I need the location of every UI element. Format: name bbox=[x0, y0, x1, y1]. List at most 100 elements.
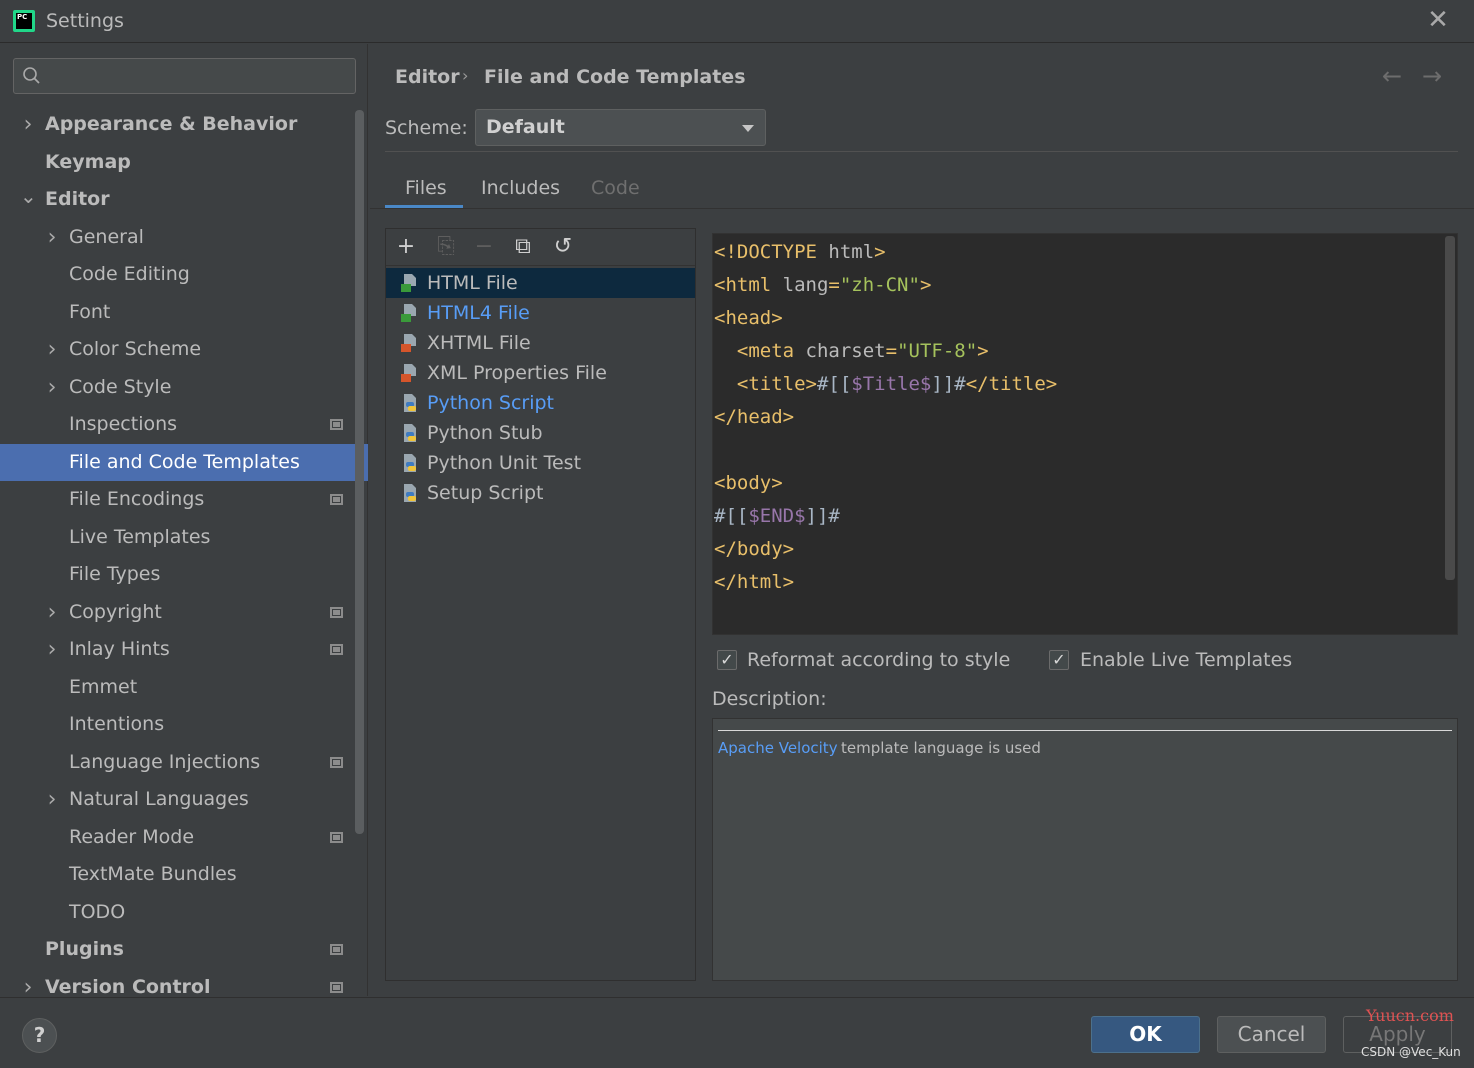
tab-code[interactable]: Code bbox=[591, 177, 640, 199]
sidebar-item-label: Inlay Hints bbox=[69, 638, 170, 660]
sidebar-item-label: File Types bbox=[69, 563, 161, 585]
breadcrumb-section[interactable]: Editor bbox=[395, 66, 460, 88]
reformat-checkbox[interactable]: ✓ bbox=[717, 650, 737, 670]
live-templates-checkbox[interactable]: ✓ bbox=[1049, 650, 1069, 670]
project-level-icon bbox=[330, 831, 343, 843]
search-input[interactable] bbox=[13, 58, 356, 94]
template-code-editor[interactable]: <!DOCTYPE html> <html lang="zh-CN"> <head>… bbox=[712, 233, 1458, 635]
code-token: ]]# bbox=[931, 373, 966, 395]
sidebar-item-file-encodings[interactable]: File Encodings bbox=[0, 481, 368, 518]
sidebar-item-reader-mode[interactable]: Reader Mode bbox=[0, 819, 368, 856]
template-list-panel: + ⎘ − ⧉ ↺ HTML File HTML4 File XHTML File X… bbox=[385, 228, 696, 981]
scheme-dropdown[interactable]: Default bbox=[475, 109, 766, 146]
chevron-right-icon[interactable]: › bbox=[44, 781, 60, 818]
sidebar-item-label: Intentions bbox=[69, 713, 165, 735]
sidebar-item-label: Natural Languages bbox=[69, 788, 249, 810]
template-list-item[interactable]: Python Unit Test bbox=[386, 448, 695, 478]
sidebar-item-todo[interactable]: TODO bbox=[0, 894, 368, 931]
scheme-label: Scheme: bbox=[385, 117, 468, 139]
code-line: <!DOCTYPE html> bbox=[714, 236, 886, 269]
remove-template-icon[interactable]: − bbox=[472, 235, 496, 259]
xhtml-file-icon bbox=[401, 334, 416, 352]
chevron-right-icon[interactable]: › bbox=[44, 594, 60, 631]
code-token: #[[ bbox=[816, 373, 852, 395]
code-token: lang bbox=[782, 274, 829, 296]
code-token: <html bbox=[714, 274, 783, 296]
sidebar-item-emmet[interactable]: Emmet bbox=[0, 669, 368, 706]
ok-button[interactable]: OK bbox=[1091, 1016, 1200, 1053]
project-level-icon bbox=[330, 419, 343, 430]
sidebar-item-plugins[interactable]: Plugins bbox=[0, 931, 368, 968]
sidebar-item-inlay-hints[interactable]: › Inlay Hints bbox=[0, 631, 368, 668]
back-arrow-icon[interactable]: ← bbox=[1382, 62, 1402, 90]
template-list-item[interactable]: XHTML File bbox=[386, 328, 695, 358]
scheme-value: Default bbox=[486, 116, 565, 138]
template-list-item[interactable]: HTML File bbox=[386, 268, 695, 298]
add-template-icon[interactable]: + bbox=[394, 235, 418, 259]
reformat-label[interactable]: Reformat according to style bbox=[747, 649, 1010, 671]
close-icon[interactable]: ✕ bbox=[1426, 7, 1450, 33]
chevron-down-icon[interactable]: ⌄ bbox=[20, 181, 37, 218]
sidebar-item-code-editing[interactable]: Code Editing bbox=[0, 256, 368, 293]
template-list-item[interactable]: Python Stub bbox=[386, 418, 695, 448]
apache-velocity-link[interactable]: Apache Velocity bbox=[718, 739, 838, 757]
code-token: </body> bbox=[714, 538, 795, 560]
sidebar-item-keymap[interactable]: Keymap bbox=[0, 144, 368, 181]
editor-scrollbar[interactable] bbox=[1445, 236, 1455, 580]
code-token: $END$ bbox=[748, 505, 806, 527]
description-rule bbox=[718, 730, 1452, 731]
template-list-item[interactable]: XML Properties File bbox=[386, 358, 695, 388]
sidebar-item-natural-languages[interactable]: › Natural Languages bbox=[0, 781, 368, 818]
search-icon bbox=[23, 67, 40, 84]
sidebar-item-live-templates[interactable]: Live Templates bbox=[0, 519, 368, 556]
cancel-button[interactable]: Cancel bbox=[1217, 1016, 1326, 1053]
html-file-icon bbox=[401, 304, 416, 322]
live-templates-label[interactable]: Enable Live Templates bbox=[1080, 649, 1292, 671]
template-name: HTML4 File bbox=[427, 302, 530, 324]
sidebar-item-file-and-code-templates[interactable]: File and Code Templates bbox=[0, 443, 368, 481]
tab-includes[interactable]: Includes bbox=[481, 177, 560, 199]
sidebar-item-label: Reader Mode bbox=[69, 825, 195, 848]
project-level-icon bbox=[330, 494, 343, 505]
divider bbox=[385, 151, 1458, 152]
help-button[interactable]: ? bbox=[22, 1018, 57, 1053]
html-file-icon bbox=[401, 274, 416, 292]
template-name: Python Unit Test bbox=[427, 452, 582, 474]
template-list-item[interactable]: Python Script bbox=[386, 388, 695, 418]
sidebar-item-editor[interactable]: ⌄ Editor bbox=[0, 181, 368, 218]
code-token: html bbox=[828, 241, 875, 263]
reset-template-icon[interactable]: ↺ bbox=[551, 235, 575, 259]
chevron-right-icon[interactable]: › bbox=[44, 331, 60, 368]
sidebar-item-code-style[interactable]: › Code Style bbox=[0, 369, 368, 406]
code-token: ]]# bbox=[805, 505, 840, 527]
sidebar-item-general[interactable]: › General bbox=[0, 219, 368, 256]
sidebar-item-inspections[interactable]: Inspections bbox=[0, 406, 368, 443]
sidebar-item-intentions[interactable]: Intentions bbox=[0, 706, 368, 743]
python-file-icon bbox=[404, 424, 416, 442]
chevron-right-icon[interactable]: › bbox=[20, 106, 36, 143]
template-list-item[interactable]: HTML4 File bbox=[386, 298, 695, 328]
copy-template-icon[interactable]: ⧉ bbox=[511, 235, 535, 259]
project-level-icon bbox=[330, 606, 343, 618]
code-line: <head> bbox=[714, 302, 783, 335]
sidebar-item-file-types[interactable]: File Types bbox=[0, 556, 368, 593]
sidebar-item-label: Copyright bbox=[69, 600, 162, 623]
description-box: Apache Velocity template language is use… bbox=[712, 718, 1458, 981]
sidebar-item-language-injections[interactable]: Language Injections bbox=[0, 744, 368, 781]
template-list-item[interactable]: Setup Script bbox=[386, 478, 695, 508]
tab-files[interactable]: Files bbox=[405, 177, 447, 199]
code-line: </body> bbox=[714, 533, 794, 566]
sidebar-item-font[interactable]: Font bbox=[0, 294, 368, 331]
project-level-icon bbox=[330, 644, 343, 655]
sidebar-scrollbar[interactable] bbox=[355, 110, 364, 834]
chevron-right-icon[interactable]: › bbox=[44, 369, 60, 406]
chevron-right-icon[interactable]: › bbox=[44, 219, 60, 256]
sidebar-item-appearance-behavior[interactable]: › Appearance & Behavior bbox=[0, 106, 368, 143]
sidebar-item-color-scheme[interactable]: › Color Scheme bbox=[0, 331, 368, 368]
add-child-template-icon[interactable]: ⎘ bbox=[434, 235, 458, 259]
chevron-right-icon[interactable]: › bbox=[44, 631, 60, 668]
sidebar-item-textmate-bundles[interactable]: TextMate Bundles bbox=[0, 856, 368, 893]
sidebar-item-copyright[interactable]: › Copyright bbox=[0, 594, 368, 631]
forward-arrow-icon[interactable]: → bbox=[1422, 62, 1442, 90]
code-token: "zh-CN" bbox=[839, 274, 920, 296]
